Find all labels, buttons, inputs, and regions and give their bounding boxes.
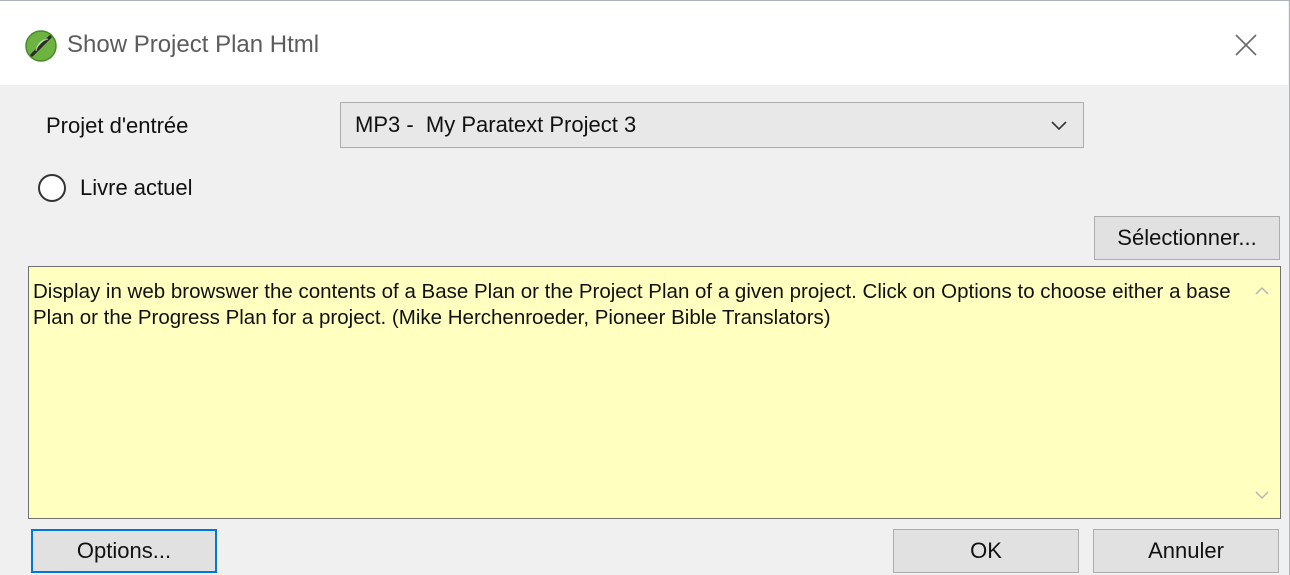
current-book-label[interactable]: Livre actuel — [80, 174, 193, 202]
app-leaf-icon — [25, 30, 57, 62]
close-button[interactable] — [1226, 27, 1266, 63]
dialog-window: Show Project Plan Html Projet d'entrée M… — [0, 0, 1290, 575]
select-button[interactable]: Sélectionner... — [1094, 216, 1280, 260]
input-project-label: Projet d'entrée — [46, 113, 189, 138]
scroll-up-icon[interactable] — [1252, 281, 1272, 301]
input-project-value: MP3 - My Paratext Project 3 — [355, 112, 637, 137]
current-book-radio[interactable] — [38, 174, 66, 202]
description-text: Display in web browswer the contents of … — [33, 280, 1231, 329]
options-button[interactable]: Options... — [31, 529, 217, 573]
description-scrollbar[interactable] — [1244, 267, 1280, 518]
description-textbox[interactable]: Display in web browswer the contents of … — [28, 266, 1281, 519]
chevron-down-icon — [1051, 121, 1067, 131]
input-project-select[interactable]: MP3 - My Paratext Project 3 — [340, 102, 1084, 148]
close-icon — [1235, 34, 1257, 56]
title-bar: Show Project Plan Html — [0, 1, 1288, 85]
ok-button[interactable]: OK — [893, 529, 1079, 573]
window-title: Show Project Plan Html — [67, 31, 320, 58]
scroll-down-icon[interactable] — [1252, 485, 1272, 505]
cancel-button[interactable]: Annuler — [1093, 529, 1279, 573]
